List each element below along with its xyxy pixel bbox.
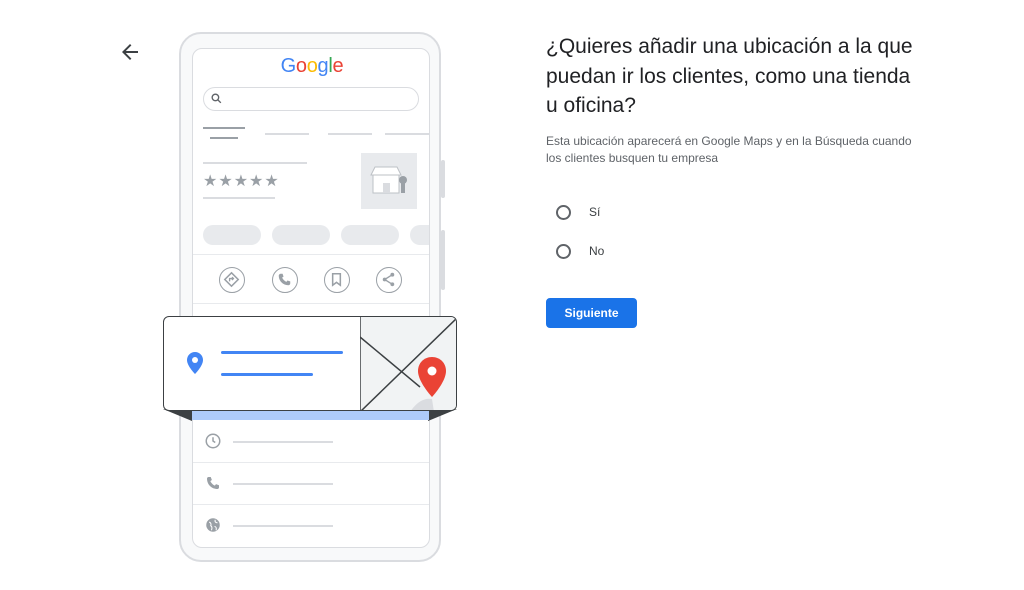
arrow-left-icon	[122, 44, 138, 60]
illustration-search-bar	[203, 87, 419, 111]
divider	[193, 303, 429, 304]
map-thumbnail	[360, 317, 456, 410]
phone-screen: Google ★★★★★	[192, 48, 430, 548]
divider	[193, 254, 429, 255]
search-icon	[211, 93, 222, 104]
share-icon	[376, 267, 402, 293]
illustration-text-line	[233, 441, 333, 443]
card-text-line	[221, 373, 313, 376]
option-no[interactable]: No	[556, 240, 604, 262]
phone-side-button	[441, 230, 445, 290]
clock-icon	[205, 433, 221, 449]
illustration-tab-line	[328, 133, 372, 135]
card-blue-strip	[192, 410, 429, 420]
phone-icon	[272, 267, 298, 293]
rating-stars: ★★★★★	[203, 173, 280, 190]
phone-icon	[207, 477, 219, 489]
illustration-text-line	[233, 483, 333, 485]
location-card-illustration	[163, 316, 457, 411]
page-title: ¿Quieres añadir una ubicación a la que p…	[546, 35, 913, 117]
illustration-chip	[203, 225, 261, 245]
illustration-tab-line	[265, 133, 309, 135]
radio-no[interactable]	[556, 243, 571, 259]
phone-side-button	[441, 160, 445, 198]
illustration-text-line	[203, 197, 275, 199]
storefront-thumbnail	[361, 153, 417, 209]
illustration-tab-line	[385, 133, 429, 135]
next-button[interactable]: Siguiente	[546, 298, 637, 328]
directions-icon	[219, 267, 245, 293]
option-yes[interactable]: Sí	[556, 201, 600, 223]
illustration-text-line	[203, 162, 307, 164]
illustration-tab-line	[210, 137, 238, 139]
divider	[193, 504, 429, 505]
illustration-text-line	[233, 525, 333, 527]
bookmark-icon	[324, 267, 350, 293]
back-button[interactable]	[118, 40, 142, 64]
illustration-tab-line	[203, 127, 245, 129]
globe-icon	[206, 518, 220, 532]
card-text-line	[221, 351, 343, 354]
option-no-label: No	[589, 244, 605, 258]
place-pin-icon	[187, 352, 203, 374]
divider	[193, 462, 429, 463]
google-logo: Google	[280, 55, 344, 77]
illustration-chip	[410, 225, 429, 245]
illustration-chip	[272, 225, 330, 245]
page-description: Esta ubicación aparecerá en Google Maps …	[546, 134, 912, 165]
storefront-icon	[370, 166, 407, 194]
option-yes-label: Sí	[589, 205, 601, 219]
illustration-chip	[341, 225, 399, 245]
radio-yes[interactable]	[556, 204, 571, 220]
